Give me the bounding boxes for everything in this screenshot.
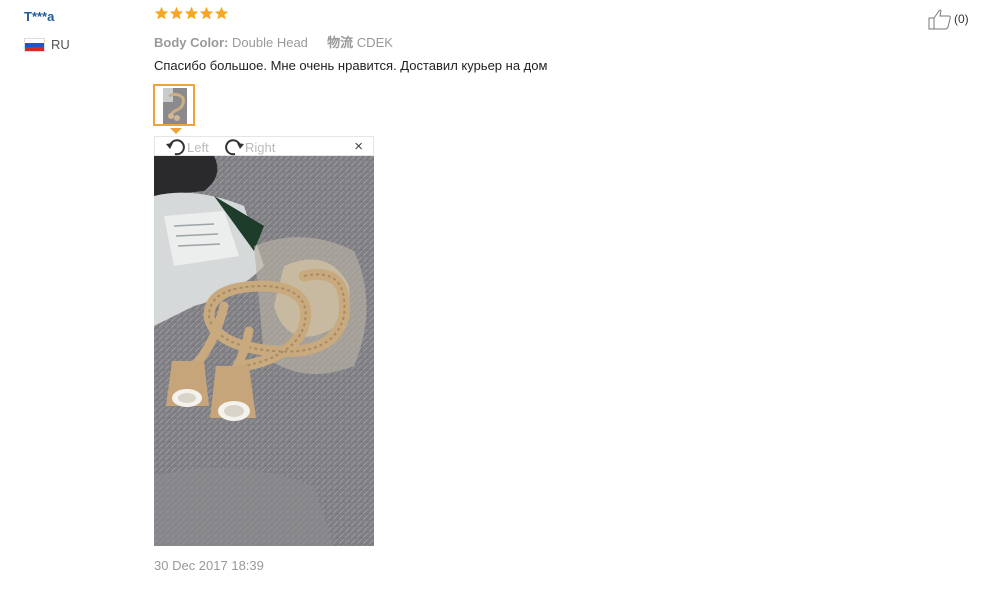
star-icon [199, 6, 214, 20]
rotate-right-button[interactable]: Right [223, 137, 275, 157]
rotate-right-icon [225, 139, 244, 156]
thumbs-up-icon [928, 9, 951, 30]
attr-value-color: Double Head [232, 35, 308, 50]
rating-stars [154, 6, 229, 21]
attr-label-shipping: 物流 [327, 35, 354, 50]
rotate-left-button[interactable]: Left [165, 137, 209, 157]
review-photo [154, 156, 374, 546]
rotate-right-label: Right [245, 139, 276, 155]
thumbnail-image [163, 88, 187, 124]
thumbnail-selected-arrow [170, 128, 182, 134]
rotate-left-label: Left [187, 139, 209, 155]
country-code: RU [51, 37, 70, 52]
helpful-count: (0) [954, 12, 969, 26]
attr-label-color: Body Color: [154, 35, 229, 50]
star-icon [184, 6, 199, 20]
reviewer-name: T***a [24, 9, 55, 24]
review-attributes: Body Color: Double Head 物流 CDEK [154, 32, 393, 51]
rotate-left-icon [166, 139, 185, 156]
reviewer-country: RU [24, 37, 70, 52]
star-icon [214, 6, 229, 20]
review-photo-thumbnail[interactable] [153, 84, 195, 126]
helpful-button[interactable]: (0) [928, 8, 969, 30]
star-icon [169, 6, 184, 20]
review-date: 30 Dec 2017 18:39 [154, 558, 264, 573]
review-text: Спасибо большое. Мне очень нравится. Дос… [154, 58, 548, 73]
close-viewer-button[interactable]: × [354, 139, 363, 155]
star-icon [154, 6, 169, 20]
photo-viewer-toolbar: Left Right × [154, 136, 374, 156]
russia-flag-icon [24, 37, 45, 52]
attr-value-shipping: CDEK [356, 35, 393, 50]
